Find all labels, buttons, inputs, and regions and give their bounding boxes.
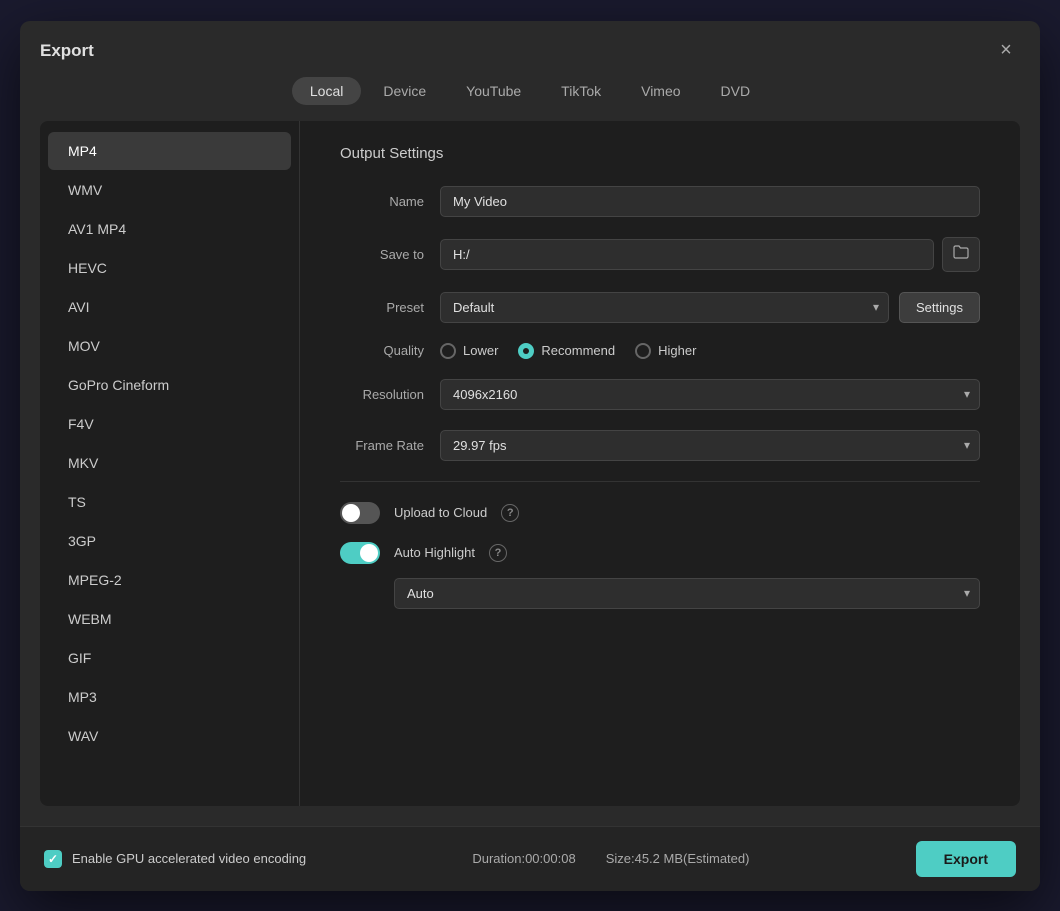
format-avi[interactable]: AVI xyxy=(48,288,291,326)
auto-highlight-row: Auto Highlight ? xyxy=(340,542,980,564)
quality-recommend-radio[interactable] xyxy=(518,343,534,359)
quality-label: Quality xyxy=(340,343,440,358)
preset-input-row: Default Settings xyxy=(440,292,980,323)
format-f4v[interactable]: F4V xyxy=(48,405,291,443)
gpu-label: Enable GPU accelerated video encoding xyxy=(72,851,306,866)
auto-highlight-select-wrapper: Auto xyxy=(394,578,980,609)
auto-highlight-toggle[interactable] xyxy=(340,542,380,564)
format-gif[interactable]: GIF xyxy=(48,639,291,677)
main-panel: MP4 WMV AV1 MP4 HEVC AVI MOV GoPro Cinef… xyxy=(40,121,1020,806)
quality-lower-label: Lower xyxy=(463,343,498,358)
settings-button[interactable]: Settings xyxy=(899,292,980,323)
preset-select[interactable]: Default xyxy=(440,292,889,323)
upload-cloud-knob xyxy=(342,504,360,522)
gpu-checkbox-box: ✓ xyxy=(44,850,62,868)
tab-tiktok[interactable]: TikTok xyxy=(543,77,619,105)
name-label: Name xyxy=(340,194,440,209)
format-3gp[interactable]: 3GP xyxy=(48,522,291,560)
resolution-row: Resolution 4096x2160 xyxy=(340,379,980,410)
dialog-header: Export × xyxy=(20,21,1040,65)
frame-rate-label: Frame Rate xyxy=(340,438,440,453)
export-button[interactable]: Export xyxy=(916,841,1016,877)
format-gopro[interactable]: GoPro Cineform xyxy=(48,366,291,404)
frame-rate-select[interactable]: 29.97 fps xyxy=(440,430,980,461)
export-dialog: Export × Local Device YouTube TikTok Vim… xyxy=(20,21,1040,891)
resolution-select-wrapper: 4096x2160 xyxy=(440,379,980,410)
format-mov[interactable]: MOV xyxy=(48,327,291,365)
tab-bar: Local Device YouTube TikTok Vimeo DVD xyxy=(20,65,1040,121)
auto-highlight-select-container: Auto xyxy=(394,578,980,609)
quality-recommend-label: Recommend xyxy=(541,343,615,358)
quality-higher-label: Higher xyxy=(658,343,696,358)
frame-rate-select-wrapper: 29.97 fps xyxy=(440,430,980,461)
upload-cloud-help-icon[interactable]: ? xyxy=(501,504,519,522)
quality-recommend-option[interactable]: Recommend xyxy=(518,343,615,359)
size-label: Size:45.2 MB(Estimated) xyxy=(606,851,750,866)
upload-cloud-toggle[interactable] xyxy=(340,502,380,524)
name-row: Name xyxy=(340,186,980,217)
resolution-select[interactable]: 4096x2160 xyxy=(440,379,980,410)
format-mp4[interactable]: MP4 xyxy=(48,132,291,170)
format-list: MP4 WMV AV1 MP4 HEVC AVI MOV GoPro Cinef… xyxy=(40,121,300,806)
tab-dvd[interactable]: DVD xyxy=(703,77,769,105)
dialog-footer: ✓ Enable GPU accelerated video encoding … xyxy=(20,826,1040,891)
frame-rate-row: Frame Rate 29.97 fps xyxy=(340,430,980,461)
close-button[interactable]: × xyxy=(992,37,1020,65)
format-wmv[interactable]: WMV xyxy=(48,171,291,209)
quality-lower-option[interactable]: Lower xyxy=(440,343,498,359)
save-to-input[interactable] xyxy=(440,239,934,270)
duration-label: Duration:00:00:08 xyxy=(472,851,575,866)
auto-highlight-label: Auto Highlight xyxy=(394,545,475,560)
divider xyxy=(340,481,980,482)
format-av1mp4[interactable]: AV1 MP4 xyxy=(48,210,291,248)
preset-label: Preset xyxy=(340,300,440,315)
footer-info: Duration:00:00:08 Size:45.2 MB(Estimated… xyxy=(472,851,749,866)
format-hevc[interactable]: HEVC xyxy=(48,249,291,287)
preset-row: Preset Default Settings xyxy=(340,292,980,323)
quality-options: Lower Recommend Higher xyxy=(440,343,980,359)
resolution-label: Resolution xyxy=(340,387,440,402)
tab-device[interactable]: Device xyxy=(365,77,444,105)
dialog-title: Export xyxy=(40,41,94,61)
format-ts[interactable]: TS xyxy=(48,483,291,521)
tab-local[interactable]: Local xyxy=(292,77,361,105)
format-mkv[interactable]: MKV xyxy=(48,444,291,482)
tab-vimeo[interactable]: Vimeo xyxy=(623,77,698,105)
quality-higher-radio[interactable] xyxy=(635,343,651,359)
settings-panel: Output Settings Name Save to xyxy=(300,121,1020,806)
save-to-label: Save to xyxy=(340,247,440,262)
auto-highlight-knob xyxy=(360,544,378,562)
save-to-input-row xyxy=(440,237,980,272)
upload-cloud-row: Upload to Cloud ? xyxy=(340,502,980,524)
checkmark-icon: ✓ xyxy=(48,852,58,866)
auto-highlight-help-icon[interactable]: ? xyxy=(489,544,507,562)
quality-higher-option[interactable]: Higher xyxy=(635,343,696,359)
quality-row: Quality Lower Recommend Higher xyxy=(340,343,980,359)
format-wav[interactable]: WAV xyxy=(48,717,291,755)
gpu-checkbox-label[interactable]: ✓ Enable GPU accelerated video encoding xyxy=(44,850,306,868)
quality-lower-radio[interactable] xyxy=(440,343,456,359)
save-to-row: Save to xyxy=(340,237,980,272)
format-mp3[interactable]: MP3 xyxy=(48,678,291,716)
preset-select-wrapper: Default xyxy=(440,292,889,323)
dialog-body: MP4 WMV AV1 MP4 HEVC AVI MOV GoPro Cinef… xyxy=(20,121,1040,826)
name-input[interactable] xyxy=(440,186,980,217)
format-webm[interactable]: WEBM xyxy=(48,600,291,638)
auto-highlight-section: Auto Highlight ? Auto xyxy=(340,542,980,609)
auto-highlight-select[interactable]: Auto xyxy=(394,578,980,609)
format-mpeg2[interactable]: MPEG-2 xyxy=(48,561,291,599)
folder-button[interactable] xyxy=(942,237,980,272)
tab-youtube[interactable]: YouTube xyxy=(448,77,539,105)
upload-cloud-label: Upload to Cloud xyxy=(394,505,487,520)
settings-title: Output Settings xyxy=(340,145,980,162)
